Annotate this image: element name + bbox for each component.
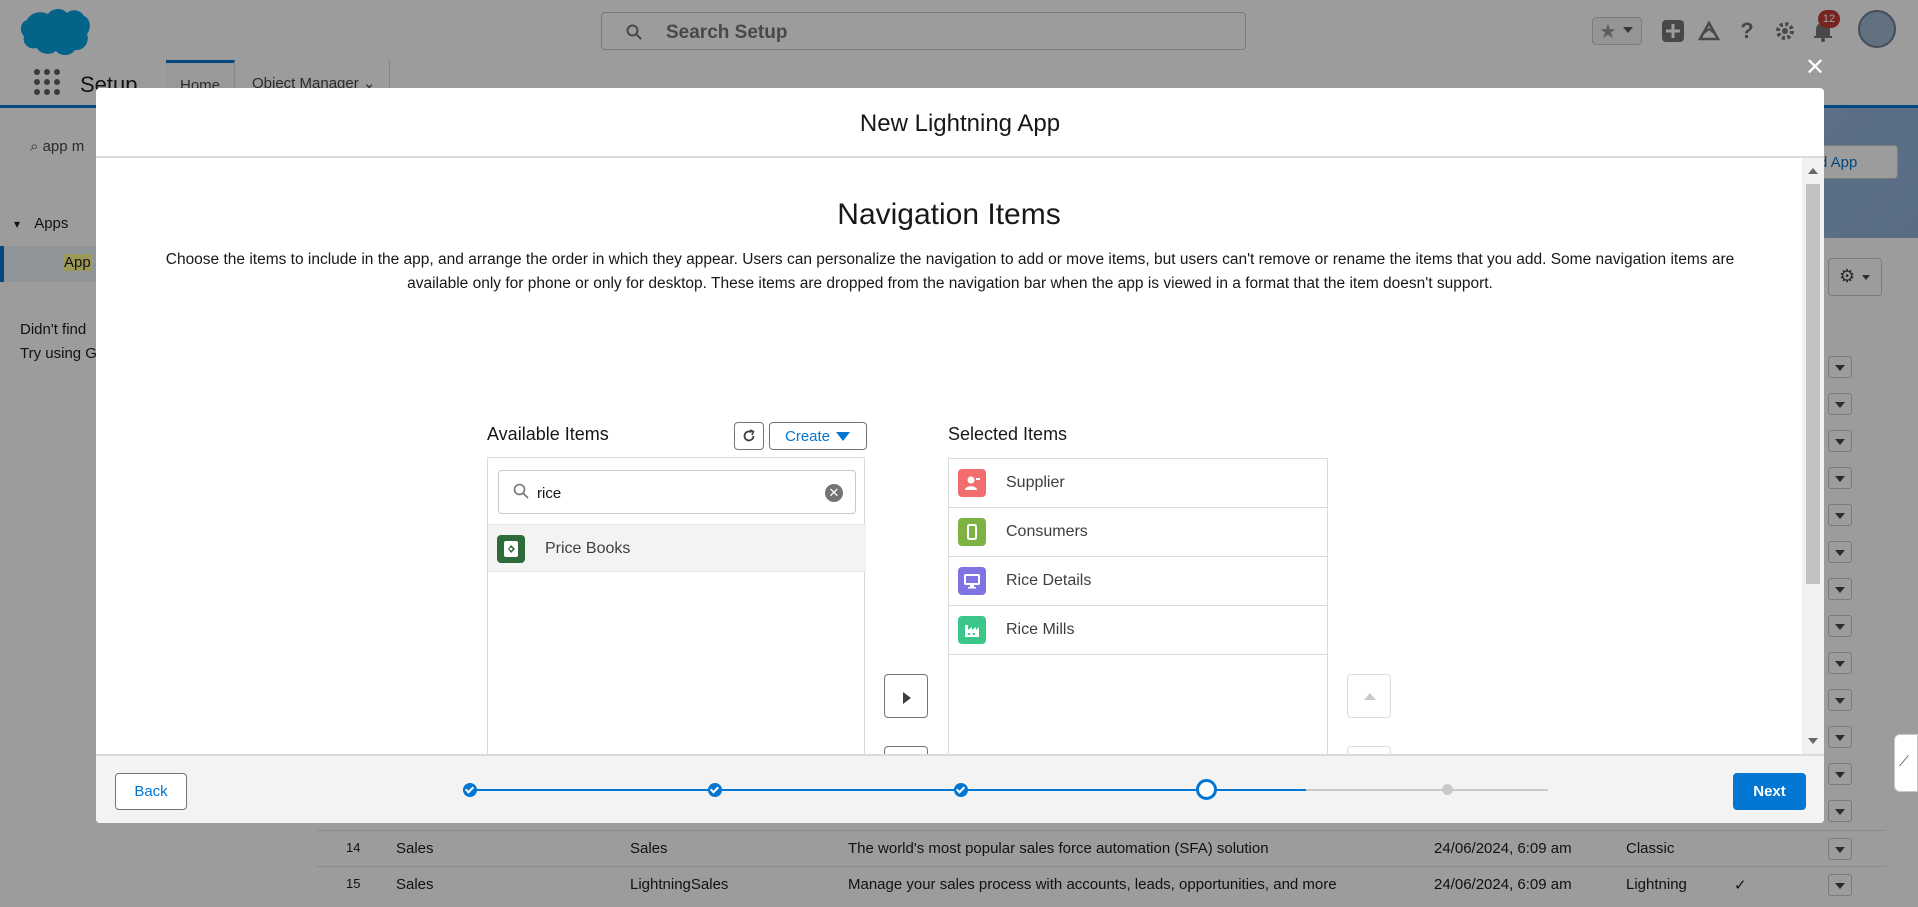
create-dropdown-button[interactable]: Create xyxy=(769,422,867,450)
selected-item-rice-details[interactable]: Rice Details xyxy=(949,557,1327,606)
phone-icon xyxy=(958,518,986,546)
new-lightning-app-modal: New Lightning App Navigation Items Choos… xyxy=(96,88,1824,823)
section-title: Navigation Items xyxy=(837,198,1061,231)
scroll-thumb[interactable] xyxy=(1806,184,1820,584)
next-button[interactable]: Next xyxy=(1733,773,1806,810)
factory-icon xyxy=(958,616,986,644)
clear-search-icon[interactable]: ✕ xyxy=(825,484,843,502)
available-items-label: Available Items xyxy=(487,424,609,444)
progress-line-remaining xyxy=(1306,789,1548,791)
caret-down-icon xyxy=(836,432,850,441)
move-to-available-button[interactable] xyxy=(884,746,928,754)
modal-footer: Back Next xyxy=(96,754,1824,823)
available-item-label: Price Books xyxy=(545,540,631,557)
selected-item-label: Supplier xyxy=(1006,474,1065,491)
person-icon xyxy=(958,469,986,497)
monitor-icon xyxy=(958,567,986,595)
move-down-button[interactable] xyxy=(1347,746,1391,754)
modal-title: New Lightning App xyxy=(859,110,1061,137)
refresh-button[interactable] xyxy=(734,422,764,450)
available-items-search-input[interactable] xyxy=(537,481,817,505)
selected-item-label: Consumers xyxy=(1006,523,1088,540)
selected-item-consumers[interactable]: Consumers xyxy=(949,508,1327,557)
selected-item-rice-mills[interactable]: Rice Mills xyxy=(949,606,1327,655)
modal-header: New Lightning App xyxy=(96,88,1824,158)
selected-items-label: Selected Items xyxy=(948,424,1068,444)
modal-body: Navigation Items Choose the items to inc… xyxy=(96,158,1824,754)
selected-items-list: Supplier Consumers Rice Details Rice Mil… xyxy=(948,458,1328,754)
price-book-icon xyxy=(497,535,525,563)
move-up-button[interactable] xyxy=(1347,674,1391,718)
selected-item-label: Rice Mills xyxy=(1006,621,1075,638)
side-panel-handle[interactable]: ⟋ xyxy=(1894,734,1918,792)
modal-scrollbar[interactable] xyxy=(1802,158,1824,754)
scroll-up-icon[interactable] xyxy=(1808,168,1818,174)
refresh-icon xyxy=(743,429,755,442)
available-item-price-books[interactable]: Price Books xyxy=(488,524,866,572)
section-description: Choose the items to include in the app, … xyxy=(165,251,1735,292)
scroll-down-icon[interactable] xyxy=(1808,738,1818,744)
progress-step-3[interactable] xyxy=(954,783,968,797)
available-items-list: ✕ Price Books xyxy=(487,457,866,754)
arrow-up-icon xyxy=(1364,693,1376,700)
progress-step-4[interactable] xyxy=(1196,779,1217,800)
collapse-icon: ⟋ xyxy=(1899,753,1909,769)
arrow-right-icon xyxy=(903,692,911,704)
move-to-selected-button[interactable] xyxy=(884,674,928,718)
selected-item-label: Rice Details xyxy=(1006,572,1092,589)
progress-indicator xyxy=(96,756,1824,823)
progress-line-complete xyxy=(470,789,1306,791)
close-icon[interactable]: ✕ xyxy=(1803,56,1827,80)
search-icon xyxy=(513,483,529,499)
progress-step-2[interactable] xyxy=(708,783,722,797)
available-items-search[interactable]: ✕ xyxy=(498,470,856,514)
progress-step-1[interactable] xyxy=(463,783,477,797)
progress-step-5[interactable] xyxy=(1442,784,1453,795)
create-button-label: Create xyxy=(785,428,831,445)
selected-item-supplier[interactable]: Supplier xyxy=(949,459,1327,508)
